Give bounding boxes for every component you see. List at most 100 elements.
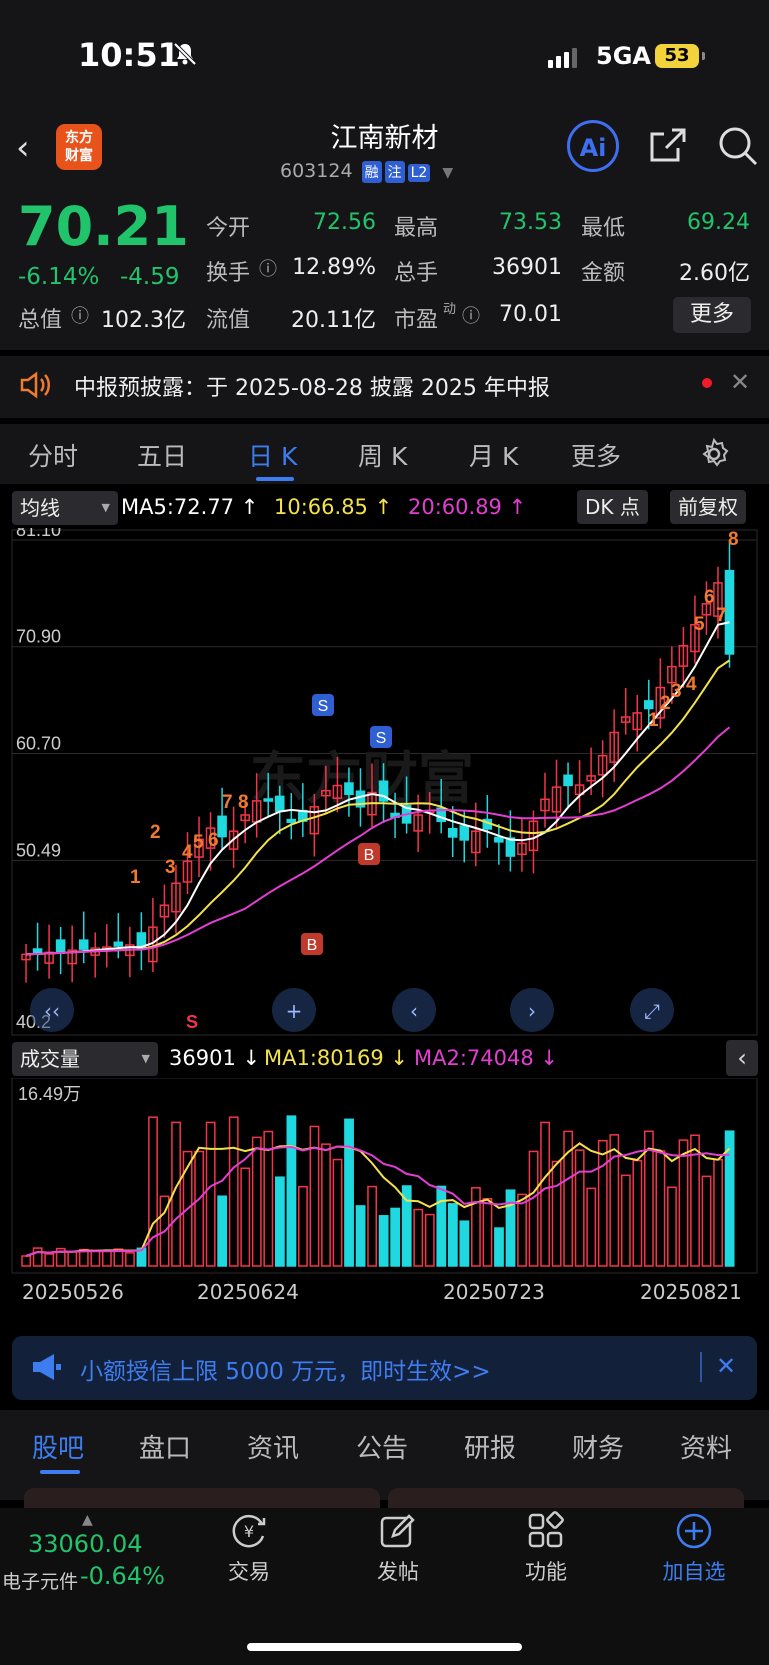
nav-add-watch[interactable]: 加自选 [644,1510,744,1586]
volume-chart[interactable]: 16.49万 [0,1078,769,1278]
chart-control-icon: ⤢ [644,999,660,1023]
volume-bar [390,1207,401,1267]
dk-point-button[interactable]: DK 点 [577,490,648,524]
volume-bar [344,1118,354,1267]
volume-bar [251,1136,262,1267]
volume-bar [332,1158,343,1267]
sector-change[interactable]: -0.64% [80,1562,165,1590]
volume-bar [194,1150,205,1267]
open-value: 72.56 [313,210,376,235]
volume-bar [482,1197,493,1267]
tab-research[interactable]: 研报 [464,1428,516,1465]
tab-daily-k[interactable]: 日 K [248,437,297,473]
tab-five-day[interactable]: 五日 [137,437,187,473]
count-label: 5 [193,832,204,853]
tab-more[interactable]: 更多 [571,437,621,473]
ai-button[interactable]: Ai [567,120,619,172]
low-value: 69.24 [687,210,750,235]
tab-intraday[interactable]: 分时 [28,437,78,473]
kline-chart[interactable]: 81.1070.9060.7050.4940.2东方财富1234 5 67 8123 4… [0,528,769,1038]
nav-post[interactable]: 发帖 [348,1510,448,1586]
content-card[interactable] [24,1488,380,1508]
volume-bar [298,1185,308,1267]
post-icon [380,1514,415,1548]
share-icon[interactable] [648,126,688,166]
tab-announcements[interactable]: 公告 [356,1428,408,1465]
count-label: 3 [671,681,682,702]
indicator-select[interactable]: 均线 ▼ [12,491,118,525]
float-cap-value: 20.11亿 [291,308,376,333]
unread-dot [702,378,712,388]
tab-news[interactable]: 资讯 [247,1428,299,1465]
tag-l2: L2 [407,164,431,182]
volume-bar [713,1158,723,1267]
battery-icon: 53 [655,44,699,68]
info-icon[interactable]: ⓘ [462,302,480,328]
chevron-up-icon[interactable]: ▲ [82,1512,93,1528]
turnover-value: 12.89% [292,255,376,280]
volume-indicator-select[interactable]: 成交量 ▼ [12,1042,158,1076]
volume-bar [205,1121,216,1267]
promo-text[interactable]: 小额授信上限 5000 万元，即时生效>> [80,1352,491,1386]
count-label: 6 [208,830,219,851]
nav-trade-label: 交易 [228,1560,270,1584]
adjust-button[interactable]: 前复权 [670,490,746,524]
tab-order-book[interactable]: 盘口 [139,1428,191,1465]
notice-text[interactable]: 中报预披露：于 2025-08-28 披露 2025 年中报 [74,370,550,402]
candle-body [263,798,274,802]
stock-code: 603124 [280,160,353,182]
date-label: 20250723 [443,1280,545,1304]
candle-body [286,818,297,823]
volume-ma2: MA2:74048 ↓ [414,1046,559,1070]
chevron-down-icon: ▼ [442,165,454,181]
search-icon[interactable] [716,124,760,168]
pe-label: 市盈 [394,308,439,333]
close-icon[interactable]: ✕ [716,1352,736,1380]
more-button[interactable]: 更多 [673,297,751,333]
sector-index-value[interactable]: 33060.04 [28,1530,143,1558]
volume-bar [517,1193,527,1267]
stock-code-line[interactable]: 603124 融注 L2 ▼ [280,160,453,183]
tab-weekly-k[interactable]: 周 K [358,437,407,473]
volume-bar [148,1116,158,1267]
open-label: 今开 [206,216,251,241]
candle-body [563,774,573,787]
collapse-panel-button[interactable]: ‹ [726,1040,758,1076]
home-indicator[interactable] [247,1643,522,1651]
count-label: 8 [238,792,249,813]
count-label: 1 [648,710,659,731]
count-label: 3 [165,857,176,878]
info-icon[interactable]: ⓘ [71,302,89,328]
tab-forum[interactable]: 股吧 [32,1428,84,1465]
indicator-select-label: 均线 [20,496,60,520]
count-label: 2 [660,693,671,714]
volume-bar [240,1167,251,1267]
content-card[interactable] [388,1488,744,1508]
nav-function[interactable]: 功能 [496,1510,596,1586]
tab-monthly-k[interactable]: 月 K [469,437,518,473]
signal-icon [548,48,580,72]
candle-body [55,939,66,953]
candle-body [32,948,43,955]
info-icon[interactable]: ⓘ [259,255,277,281]
y-tick-label: 81.10 [16,528,61,540]
volume-bar [90,1249,101,1267]
date-label: 20250624 [197,1280,299,1304]
chart-control-icon: ‹‹ [44,999,60,1023]
tab-finance[interactable]: 财务 [572,1428,624,1465]
volume-bar [632,1159,643,1267]
tab-profile[interactable]: 资料 [680,1428,732,1465]
sector-name[interactable]: 电子元件 [2,1567,78,1594]
amount-label: 金额 [581,261,626,286]
volume-bar [44,1253,55,1267]
nav-trade[interactable]: ¥ 交易 [199,1510,299,1586]
gear-icon[interactable] [697,437,731,471]
close-icon[interactable]: ✕ [730,368,750,396]
signal-label: B [307,937,318,954]
low-label: 最低 [581,216,626,241]
volume-bar [21,1255,32,1267]
chevron-down-icon: ▼ [101,501,110,514]
y-tick-label: 70.90 [16,627,61,647]
volume-bar [447,1203,458,1267]
volume-bar [217,1195,228,1267]
